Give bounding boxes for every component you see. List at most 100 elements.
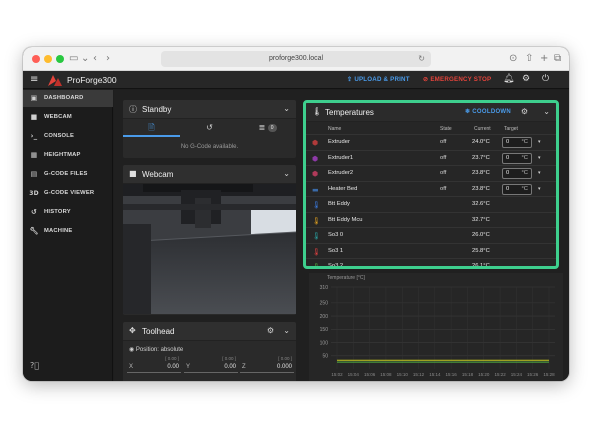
emergency-stop-button[interactable]: ⊘ EMERGENCY STOP [423, 76, 491, 83]
tab-history[interactable]: ↺ [181, 119, 238, 137]
current-temperature: 23.8°C [472, 170, 490, 176]
sidebar-item-webcam[interactable]: ■ WEBCAM [23, 109, 113, 126]
y-tick-label: 50 [322, 354, 328, 360]
preset-dropdown-icon[interactable]: ▾ [538, 155, 541, 161]
target-temperature-input[interactable]: 0 °C [502, 137, 532, 148]
y-tick-label: 100 [320, 340, 329, 346]
sidebar-item-heightmap[interactable]: ▦ HEIGHTMAP [23, 147, 113, 164]
cooldown-label: COOLDOWN [472, 109, 512, 115]
target-temperature-input[interactable]: 0 °C [502, 152, 532, 164]
help-icon[interactable]: ?⃝ [30, 361, 39, 370]
proforge-logo-icon [48, 75, 62, 86]
webcam-panel: ■ Webcam ⌄ [123, 165, 296, 315]
x-tick-label: 15:10 [397, 372, 409, 377]
toolhead-header: ✥ Toolhead ⚙ ⌄ [123, 322, 296, 341]
collapse-chevron-icon[interactable]: ⌄ [543, 107, 550, 116]
sensor-name[interactable]: So3 1 [328, 248, 343, 254]
webcam-stream [123, 184, 296, 314]
standby-tabs: 🗎︎ ↺ ≣ 0 [123, 119, 296, 137]
temperature-chart-panel: Temperature [°C] 310 250 200 150 100 50 15:02 1… [309, 273, 563, 381]
chevron-down-icon[interactable]: ⌄ [81, 51, 89, 67]
temperatures-title: Temperatures [325, 108, 374, 117]
extruder-icon: ⬢ [312, 139, 319, 147]
zoom-window-button[interactable] [56, 55, 64, 63]
webcam-icon: ■ [30, 113, 38, 121]
gear-icon[interactable]: ⚙ [267, 326, 274, 335]
x-tick-label: 15:22 [494, 372, 506, 377]
tab-gcode-files[interactable]: 🗎︎ [123, 119, 180, 137]
minimize-window-button[interactable] [44, 55, 52, 63]
axis-z-field[interactable]: Z [ 0.00 ] 0.000 [240, 356, 294, 373]
sidebar-item-gcode-files[interactable]: ▤ G-CODE FILES [23, 166, 113, 183]
y-tick-label: 200 [320, 314, 329, 320]
column-header-name: Name [328, 126, 342, 132]
sensor-name[interactable]: Extruder [328, 139, 350, 145]
preset-dropdown-icon[interactable]: ▾ [538, 139, 541, 145]
chart-title: Temperature [°C] [327, 275, 365, 281]
sidebar-item-console[interactable]: ›_ CONSOLE [23, 128, 113, 145]
current-temperature: 32.6°C [472, 201, 490, 207]
reload-icon[interactable]: ↻ [418, 51, 425, 67]
queue-icon: ≣ [258, 123, 266, 132]
sensor-name[interactable]: Btt Eddy [328, 201, 350, 207]
x-tick-label: 15:16 [446, 372, 458, 377]
sensor-name[interactable]: So3 0 [328, 232, 343, 238]
sensor-name[interactable]: Btt Eddy Mcu [328, 217, 362, 223]
heater-state: off [440, 185, 447, 192]
temperature-row: ▬ Heater Bed off 23.8°C 0 °C ▾ [306, 180, 556, 197]
heater-bed-icon: ▬ [312, 185, 319, 194]
temperature-row: ⬢ Extruder off 24.0°C 0 °C ▾ [306, 134, 556, 150]
collapse-chevron-icon[interactable]: ⌄ [283, 104, 290, 113]
sidebar-item-history[interactable]: ↺ HISTORY [23, 204, 113, 221]
heater-state: off [440, 154, 447, 161]
extruder-icon: ⬢ [312, 170, 319, 178]
share-icon[interactable]: ⇧ [525, 51, 533, 67]
collapse-chevron-icon[interactable]: ⌄ [283, 169, 290, 178]
toolhead-title: Toolhead [142, 327, 175, 336]
settings-icon[interactable]: ⚙ [522, 74, 530, 84]
temperature-row: ⬢ Extruder1 off 23.7°C 0 °C ▾ [306, 149, 556, 166]
target-temperature-input[interactable]: 0 °C [502, 183, 532, 195]
sensor-name[interactable]: So3 2 [328, 263, 343, 266]
back-icon[interactable]: ‹ [93, 51, 97, 67]
collapse-chevron-icon[interactable]: ⌄ [283, 326, 290, 335]
sidebar-item-machine[interactable]: 🔧︎ MACHINE [23, 223, 113, 240]
webcam-icon: ■ [129, 169, 137, 178]
menu-icon[interactable]: ≡ [30, 74, 38, 85]
current-temperature: 25.8°C [472, 247, 490, 254]
gear-icon[interactable]: ⚙ [521, 107, 528, 116]
upload-print-button[interactable]: ⇪ UPLOAD & PRINT [347, 76, 410, 83]
x-tick-label: 15:28 [543, 372, 555, 377]
axis-x-field[interactable]: X [ 0.00 ] 0.00 [127, 356, 181, 373]
sensor-name[interactable]: Extruder1 [328, 155, 353, 161]
history-icon: ↺ [30, 208, 38, 216]
sidebar-item-gcode-viewer[interactable]: 3D G-CODE VIEWER [23, 185, 113, 202]
close-window-button[interactable] [32, 55, 40, 63]
sidebar-item-dashboard[interactable]: ▣ DASHBOARD [23, 90, 113, 107]
new-tab-icon[interactable]: + [540, 51, 548, 67]
axis-y-field[interactable]: Y [ 0.00 ] 0.00 [184, 356, 238, 373]
forward-icon[interactable]: › [106, 51, 110, 67]
cooldown-button[interactable]: ❄ COOLDOWN [465, 108, 511, 115]
standby-header: ⓘ Standby ⌄ [123, 100, 296, 119]
standby-title: Standby [142, 105, 172, 114]
x-tick-label: 15:08 [380, 372, 392, 377]
tab-jobs[interactable]: ≣ 0 [239, 119, 296, 137]
preset-dropdown-icon[interactable]: ▾ [538, 170, 541, 176]
emergency-stop-label: EMERGENCY STOP [430, 76, 492, 83]
url-bar[interactable]: proforge300.local ↻ [161, 51, 431, 67]
sidebar-toggle-icon[interactable]: ▭ [69, 51, 78, 67]
sensor-name[interactable]: Extruder2 [328, 170, 353, 176]
notifications-icon[interactable]: 🔔︎ [503, 74, 514, 84]
power-icon[interactable]: ⏻ [542, 74, 549, 84]
tab-overview-icon[interactable]: ⧉ [554, 51, 561, 67]
current-temperature: 26.0°C [472, 232, 490, 238]
download-icon[interactable]: ⊙ [509, 51, 517, 67]
preset-dropdown-icon[interactable]: ▾ [538, 186, 541, 192]
jobs-count-badge: 0 [267, 123, 277, 132]
target-value: 0 [506, 154, 510, 161]
sensor-name[interactable]: Heater Bed [328, 186, 357, 192]
target-temperature-input[interactable]: 0 °C [502, 168, 532, 179]
sidebar-item-label: WEBCAM [44, 114, 72, 120]
console-icon: ›_ [30, 132, 38, 140]
